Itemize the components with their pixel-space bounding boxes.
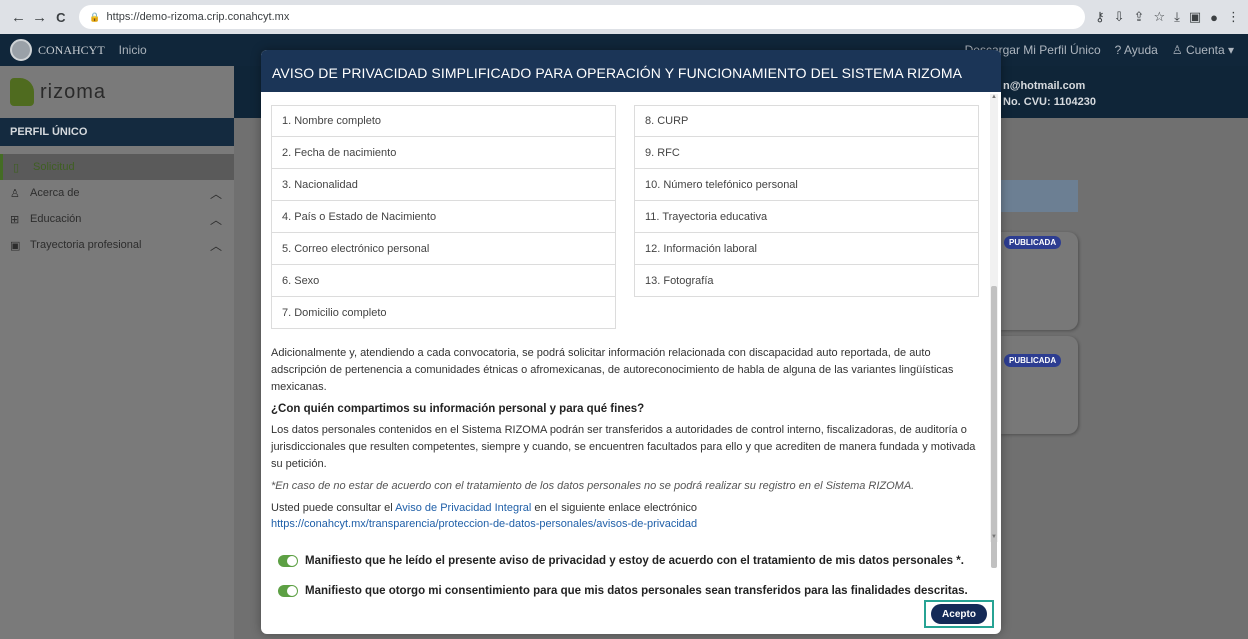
sidebar-item-label: Acerca de	[30, 187, 80, 199]
modal-body: 1. Nombre completo 2. Fecha de nacimient…	[261, 92, 989, 544]
sidebar-item-trayectoria[interactable]: ▣ Trayectoria profesional ︿	[0, 232, 234, 258]
user-cvu: No. CVU: 1104230	[1003, 96, 1096, 108]
data-item: 7. Domicilio completo	[271, 297, 616, 329]
integral-notice-link[interactable]: Aviso de Privacidad Integral	[395, 502, 531, 514]
data-item: 11. Trayectoria educativa	[634, 201, 979, 233]
badge-icon: ▣	[10, 239, 21, 252]
help-label: Ayuda	[1124, 43, 1158, 57]
consent-read-toggle[interactable]	[278, 555, 298, 567]
data-item: 5. Correo electrónico personal	[271, 233, 616, 265]
data-item: 10. Número telefónico personal	[634, 169, 979, 201]
accept-button[interactable]: Acepto	[931, 604, 987, 624]
consent-transfer-toggle[interactable]	[278, 585, 298, 597]
address-bar[interactable]: 🔒 https://demo-rizoma.crip.conahcyt.mx	[79, 5, 1086, 29]
share-icon[interactable]: ⇪	[1134, 9, 1145, 25]
sidebar-section-title: PERFIL ÚNICO	[0, 118, 234, 146]
book-icon: ⊞	[10, 213, 20, 226]
consult-text: Usted puede consultar el	[271, 502, 396, 514]
rizoma-logo: rizoma	[0, 66, 234, 118]
browser-toolbar: ← → C 🔒 https://demo-rizoma.crip.conahcy…	[0, 0, 1248, 34]
window-icon[interactable]: ▣	[1189, 9, 1201, 25]
sharing-question-heading: ¿Con quién compartimos su información pe…	[271, 403, 645, 415]
help-icon: ?	[1114, 43, 1122, 57]
lock-icon: 🔒	[89, 11, 101, 22]
chevron-up-icon: ︿	[209, 212, 222, 227]
install-icon[interactable]: ⇩	[1114, 9, 1125, 25]
consent-read-label: Manifiesto que he leído el presente avis…	[305, 555, 964, 567]
modal-title: AVISO DE PRIVACIDAD SIMPLIFICADO PARA OP…	[261, 50, 1001, 92]
data-item: 12. Información laboral	[634, 233, 979, 265]
download-icon[interactable]: ⤓	[1174, 9, 1180, 25]
conahcyt-logo-icon	[10, 39, 32, 61]
sharing-paragraph: Los datos personales contenidos en el Si…	[271, 424, 976, 470]
help-link[interactable]: ? Ayuda	[1115, 43, 1158, 57]
sidebar-item-label: Educación	[30, 213, 82, 225]
account-menu[interactable]: ♙ Cuenta ▾	[1172, 43, 1234, 57]
privacy-url-link[interactable]: https://conahcyt.mx/transparencia/protec…	[271, 518, 697, 530]
data-item: 13. Fotografía	[634, 265, 979, 297]
status-badge: PUBLICADA	[1004, 354, 1062, 367]
data-list-left: 1. Nombre completo 2. Fecha de nacimient…	[271, 105, 616, 329]
status-badge: PUBLICADA	[1004, 236, 1062, 249]
brand-name: CONAHCYT	[38, 42, 105, 57]
user-icon: ♙	[10, 187, 20, 200]
accept-button-focus-ring: Acepto	[924, 600, 994, 628]
sidebar-item-label: Solicitud	[33, 161, 75, 173]
back-icon[interactable]: ←	[8, 6, 29, 28]
sidebar-item-educacion[interactable]: ⊞ Educación ︿	[0, 206, 234, 232]
sidebar: rizoma PERFIL ÚNICO ▯ Solicitud ♙ Acerca…	[0, 66, 234, 639]
info-bar	[1000, 180, 1078, 212]
scroll-up-arrow-icon[interactable]: ▲	[991, 94, 997, 100]
chevron-up-icon: ︿	[209, 238, 222, 253]
profile-icon[interactable]: ●	[1210, 10, 1218, 25]
modal-scrollbar-thumb[interactable]	[991, 286, 997, 568]
data-item: 8. CURP	[634, 105, 979, 137]
data-item: 4. País o Estado de Nacimiento	[271, 201, 616, 233]
rizoma-mark-icon	[10, 78, 34, 106]
consent-toggles: Manifiesto que he leído el presente avis…	[278, 550, 968, 610]
star-icon[interactable]: ☆	[1153, 9, 1165, 25]
rizoma-logo-text: rizoma	[40, 80, 107, 103]
menu-icon[interactable]: ⋮	[1227, 9, 1240, 25]
reload-icon[interactable]: C	[50, 6, 71, 28]
key-icon[interactable]: ⚷	[1095, 9, 1105, 25]
data-item: 2. Fecha de nacimiento	[271, 137, 616, 169]
consent-row-transfer: Manifiesto que otorgo mi consentimiento …	[278, 580, 968, 602]
user-icon: ♙	[1171, 43, 1183, 57]
scroll-down-arrow-icon[interactable]: ▼	[991, 534, 997, 540]
sidebar-item-label: Trayectoria profesional	[30, 239, 142, 251]
account-label: Cuenta	[1185, 43, 1225, 57]
disagreement-note: *En caso de no estar de acuerdo con el t…	[271, 480, 915, 492]
personal-data-grid: 1. Nombre completo 2. Fecha de nacimient…	[271, 105, 979, 329]
chevron-up-icon: ︿	[209, 186, 222, 201]
forward-icon[interactable]: →	[29, 6, 50, 28]
request-card[interactable]	[1000, 336, 1078, 434]
url-text: https://demo-rizoma.crip.conahcyt.mx	[106, 11, 290, 23]
consult-text-after: en el siguiente enlace electrónico	[531, 502, 698, 514]
data-item: 1. Nombre completo	[271, 105, 616, 137]
privacy-modal: AVISO DE PRIVACIDAD SIMPLIFICADO PARA OP…	[261, 50, 1001, 634]
data-list-right: 8. CURP 9. RFC 10. Número telefónico per…	[634, 105, 979, 329]
consent-transfer-label: Manifiesto que otorgo mi consentimiento …	[305, 585, 968, 597]
sidebar-item-solicitud[interactable]: ▯ Solicitud	[0, 154, 234, 180]
document-icon: ▯	[13, 161, 20, 174]
data-item: 9. RFC	[634, 137, 979, 169]
consent-row-read: Manifiesto que he leído el presente avis…	[278, 550, 968, 572]
user-email: n@hotmail.com	[1003, 80, 1086, 92]
additional-info-paragraph: Adicionalmente y, atendiendo a cada conv…	[271, 347, 954, 393]
nav-inicio[interactable]: Inicio	[119, 43, 147, 57]
consult-paragraph: Usted puede consultar el Aviso de Privac…	[271, 500, 979, 532]
data-item: 3. Nacionalidad	[271, 169, 616, 201]
data-item: 6. Sexo	[271, 265, 616, 297]
sidebar-item-acerca[interactable]: ♙ Acerca de ︿	[0, 180, 234, 206]
